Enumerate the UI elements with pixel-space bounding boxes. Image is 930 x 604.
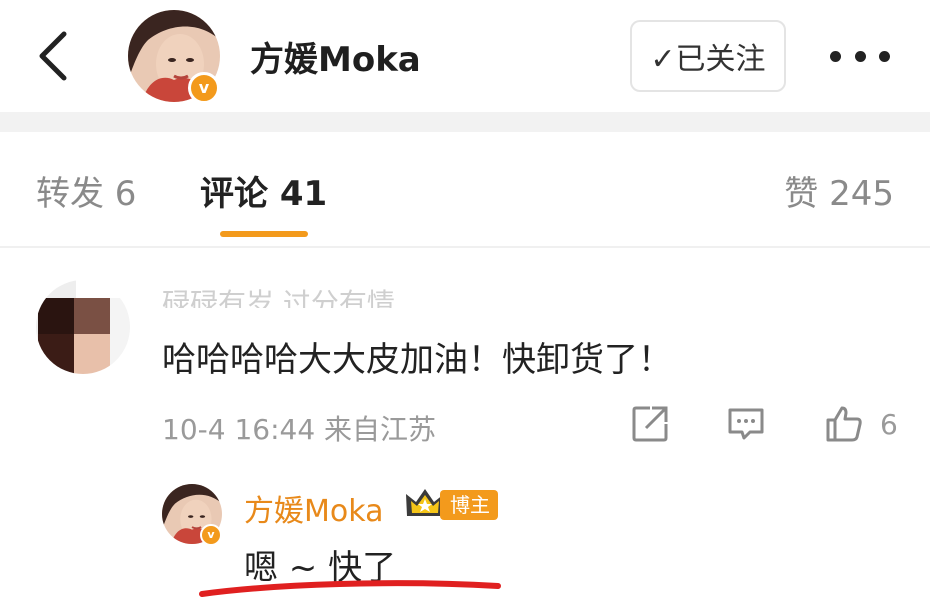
tab-repost[interactable]: 转发 6 [36,166,136,215]
more-dots-icon[interactable] [830,46,890,66]
reply-author-name[interactable]: 方媛Moka [244,486,383,530]
section-divider [0,112,930,132]
follow-button[interactable]: ✓已关注 [630,20,786,92]
tabs-divider [0,246,930,248]
header-bar: v 方媛Moka ✓已关注 [0,0,930,112]
back-chevron-icon[interactable] [34,28,74,84]
verified-badge-icon: v [188,72,220,104]
comment-meta: 10-4 16:44 来自江苏 [162,413,437,446]
comment-text: 哈哈哈哈大大皮加油！快卸货了！ [162,340,672,380]
reply-verified-badge-icon: v [200,524,222,546]
commenter-name[interactable]: 碌碌有岁 过分有情 [162,286,395,308]
comment-like-count: 6 [880,408,898,441]
thumbs-up-icon[interactable] [824,404,864,444]
comment-icon[interactable] [726,404,766,444]
page-title-username[interactable]: 方媛Moka [250,32,421,81]
host-badge: 博主 [440,490,498,520]
commenter-avatar[interactable] [36,280,130,374]
red-underline-annotation [199,580,501,597]
tab-like[interactable]: 赞 245 [784,166,894,215]
share-icon[interactable] [630,404,670,444]
tab-comment[interactable]: 评论 41 [200,166,327,215]
active-tab-indicator [220,231,308,237]
